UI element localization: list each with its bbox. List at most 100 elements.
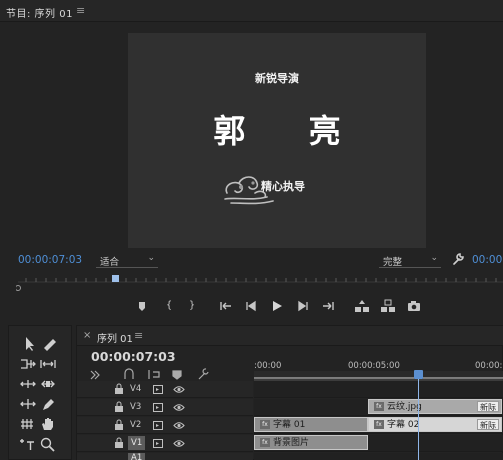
track-body[interactable]: fx 背景图片 bbox=[254, 435, 503, 452]
type-tool-icon[interactable] bbox=[19, 436, 37, 452]
video-credit: 精心执导 bbox=[261, 180, 305, 193]
camera-icon[interactable] bbox=[407, 298, 421, 314]
program-monitor-title: 节目: 序列 01 bbox=[6, 9, 73, 20]
current-timecode[interactable]: 00:00:07:03 bbox=[18, 254, 82, 266]
zoom-tool-icon[interactable] bbox=[39, 436, 57, 452]
ripple-edit-tool-icon[interactable] bbox=[19, 356, 37, 372]
sync-lock-icon[interactable] bbox=[153, 421, 163, 430]
hamburger-icon[interactable]: ≡ bbox=[134, 329, 143, 342]
playback-resolution-value: 完整 bbox=[383, 257, 403, 268]
step-forward-icon[interactable] bbox=[297, 298, 309, 314]
track-name-source-patch[interactable]: V1 bbox=[128, 436, 146, 450]
track-name[interactable]: V3 bbox=[130, 402, 141, 412]
step-back-icon[interactable] bbox=[245, 298, 257, 314]
fx-icon: fx bbox=[260, 438, 270, 447]
sync-lock-icon[interactable] bbox=[153, 385, 163, 394]
zoom-fit-select[interactable]: 适合 ⌄ bbox=[96, 253, 158, 268]
chevron-down-icon: ⌄ bbox=[430, 253, 438, 263]
clip-name: 字幕 02 bbox=[387, 420, 420, 430]
hand-tool-icon[interactable] bbox=[39, 416, 57, 432]
track-a1: A1 bbox=[77, 453, 503, 460]
timeline-panel: × 序列 01 ≡ 00:00:07:03 :00:00 00:00:05:00… bbox=[76, 325, 503, 460]
monitor-playhead[interactable] bbox=[112, 275, 119, 282]
track-v1: V1 fx 背景图片 bbox=[77, 435, 503, 452]
marker-icon[interactable] bbox=[137, 298, 147, 314]
track-header: V2 bbox=[77, 417, 253, 434]
close-icon[interactable]: × bbox=[83, 330, 91, 341]
lock-icon[interactable] bbox=[114, 419, 124, 431]
clip-name: 背景图片 bbox=[273, 438, 310, 448]
video-preview: 新锐导演 郭 亮 精心执导 bbox=[128, 33, 426, 248]
add-marker-icon bbox=[172, 370, 182, 380]
track-v4: V4 bbox=[77, 381, 503, 398]
wrench-icon[interactable] bbox=[451, 252, 465, 266]
timeline-timecode[interactable]: 00:00:07:03 bbox=[91, 349, 176, 364]
mark-out-button[interactable]: } bbox=[187, 298, 197, 314]
monitor-controls-row: 00:00:07:03 适合 ⌄ 完整 ⌄ 00:00 bbox=[0, 250, 503, 272]
track-header: A1 bbox=[77, 453, 253, 460]
lock-icon[interactable] bbox=[114, 437, 124, 449]
track-header: V4 bbox=[77, 381, 253, 398]
eye-icon[interactable] bbox=[173, 403, 185, 412]
linked-selection-icon bbox=[148, 370, 160, 379]
fx-icon: fx bbox=[374, 420, 384, 429]
track-select-tool-icon[interactable] bbox=[41, 336, 59, 352]
ruler-label-5s: 00:00:05:00 bbox=[348, 361, 400, 371]
track-name[interactable]: A1 bbox=[128, 453, 146, 460]
lock-icon[interactable] bbox=[114, 383, 124, 395]
video-title: 郭 亮 bbox=[213, 112, 367, 150]
track-name[interactable]: V2 bbox=[130, 420, 141, 430]
slide-tool-icon[interactable] bbox=[19, 416, 37, 432]
rate-stretch-tool-icon[interactable] bbox=[19, 376, 37, 392]
lock-icon[interactable] bbox=[114, 401, 124, 413]
transport-controls: { } bbox=[0, 296, 503, 318]
razor-tool-icon[interactable] bbox=[39, 376, 57, 392]
rolling-edit-tool-icon[interactable] bbox=[39, 356, 57, 372]
monitor-time-ruler[interactable] bbox=[16, 272, 503, 292]
ruler-label-10s: 00:00:10 bbox=[475, 361, 503, 371]
track-header: V3 bbox=[77, 399, 253, 416]
pen-tool-icon[interactable] bbox=[39, 396, 57, 412]
track-body[interactable] bbox=[254, 453, 503, 460]
clip-title-02[interactable]: fx 字幕 02 新际 bbox=[368, 417, 502, 432]
clip-title-01[interactable]: fx 字幕 01 bbox=[254, 417, 368, 432]
track-header: V1 bbox=[77, 435, 253, 452]
timeline-playhead-line bbox=[418, 373, 419, 460]
track-body[interactable]: fx 云纹.jpg 新际 bbox=[254, 399, 503, 416]
fx-icon: fx bbox=[374, 402, 384, 411]
eye-icon[interactable] bbox=[173, 421, 185, 430]
go-to-in-icon[interactable] bbox=[219, 298, 233, 314]
timeline-time-ruler[interactable]: :00:00 00:00:05:00 00:00:10 bbox=[254, 359, 503, 381]
eye-icon[interactable] bbox=[173, 385, 185, 394]
track-body[interactable]: fx 字幕 01 fx 字幕 02 新际 bbox=[254, 417, 503, 434]
chevron-down-icon: ⌄ bbox=[147, 253, 155, 263]
program-monitor-tab[interactable]: 节目: 序列 01 ≡ bbox=[0, 0, 503, 22]
fx-icon: fx bbox=[260, 420, 270, 429]
timeline-toolbar bbox=[90, 368, 209, 380]
clip-background-image[interactable]: fx 背景图片 bbox=[254, 435, 368, 450]
go-to-out-icon[interactable] bbox=[321, 298, 335, 314]
hamburger-icon[interactable]: ≡ bbox=[76, 4, 85, 17]
clip-cloud-image[interactable]: fx 云纹.jpg 新际 bbox=[368, 399, 502, 414]
track-body[interactable] bbox=[254, 381, 503, 398]
snap-icon bbox=[124, 368, 134, 379]
tools-panel bbox=[8, 325, 72, 460]
timeline-playhead[interactable] bbox=[414, 370, 423, 379]
ruler-label-start: :00:00 bbox=[254, 361, 282, 371]
extract-icon[interactable] bbox=[380, 298, 396, 314]
sync-lock-icon[interactable] bbox=[153, 403, 163, 412]
duration-timecode: 00:00 bbox=[472, 254, 503, 266]
track-v3: V3 fx 云纹.jpg 新际 bbox=[77, 399, 503, 416]
play-icon[interactable] bbox=[271, 298, 283, 314]
eye-icon[interactable] bbox=[173, 439, 185, 448]
slip-tool-icon[interactable] bbox=[19, 396, 37, 412]
selection-tool-icon[interactable] bbox=[21, 336, 39, 352]
clip-transition-tag[interactable]: 新际 bbox=[477, 419, 499, 430]
mark-in-button[interactable]: { bbox=[164, 298, 174, 314]
timeline-tab[interactable]: × 序列 01 ≡ bbox=[77, 326, 503, 346]
track-name[interactable]: V4 bbox=[130, 384, 141, 394]
lift-icon[interactable] bbox=[354, 298, 370, 314]
clip-transition-tag[interactable]: 新际 bbox=[477, 401, 499, 412]
playback-resolution-select[interactable]: 完整 ⌄ bbox=[379, 253, 441, 268]
sync-lock-icon[interactable] bbox=[153, 439, 163, 448]
